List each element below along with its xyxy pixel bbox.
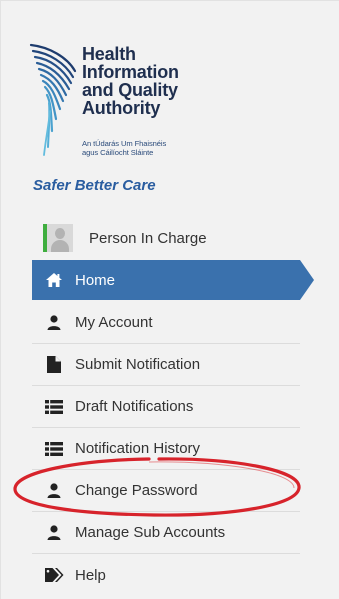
nav-item-label: Change Password [75,482,198,499]
current-user: Person In Charge [43,224,207,252]
user-icon [42,483,66,498]
logo-irish-line-2: agus Cáilíocht Sláinte [82,148,154,157]
file-icon [42,356,66,373]
nav-item-change-password[interactable]: Change Password [32,470,300,512]
nav-item-label: Home [75,271,116,289]
nav-item-draft-notifications[interactable]: Draft Notifications [32,386,300,428]
nav-item-submit-notification[interactable]: Submit Notification [32,344,300,386]
sidebar-panel: Health Information and Quality Authority… [0,0,339,599]
nav-item-manage-sub-accounts[interactable]: Manage Sub Accounts [32,512,300,554]
user-icon [42,315,66,330]
nav-item-notification-history[interactable]: Notification History [32,428,300,470]
list-icon [42,441,66,456]
nav-item-home[interactable]: Home [32,260,314,300]
tag-icon [42,568,66,582]
nav-item-label: Manage Sub Accounts [75,524,226,541]
logo-line-3: and Quality [82,80,178,100]
nav-item-label: Help [75,566,106,584]
nav-item-my-account[interactable]: My Account [32,302,300,344]
user-name: Person In Charge [89,229,207,247]
home-icon [42,272,66,288]
user-icon [42,525,66,540]
hiqa-logo[interactable]: Health Information and Quality Authority… [29,37,229,167]
logo-line-2: Information [82,62,179,82]
nav-item-label: My Account [75,314,153,331]
nav-item-label: Submit Notification [75,356,201,373]
logo-wave-icon [29,43,77,156]
logo-line-1: Health [82,44,136,64]
avatar [43,224,73,252]
logo-irish-line-1: An tÚdarás Um Fhaisnéis [82,139,167,148]
list-icon [42,399,66,414]
nav-item-help[interactable]: Help [32,554,300,596]
logo-line-4: Authority [82,98,161,118]
tagline: Safer Better Care [33,177,156,194]
logo-wordmark: Health Information and Quality Authority [82,45,179,117]
nav-item-label: Draft Notifications [75,398,194,415]
sidebar-nav: Home My Account Submit Notification Draf… [32,260,314,596]
nav-item-label: Notification History [75,440,201,457]
logo-irish-name: An tÚdarás Um Fhaisnéis agus Cáilíocht S… [82,139,166,157]
